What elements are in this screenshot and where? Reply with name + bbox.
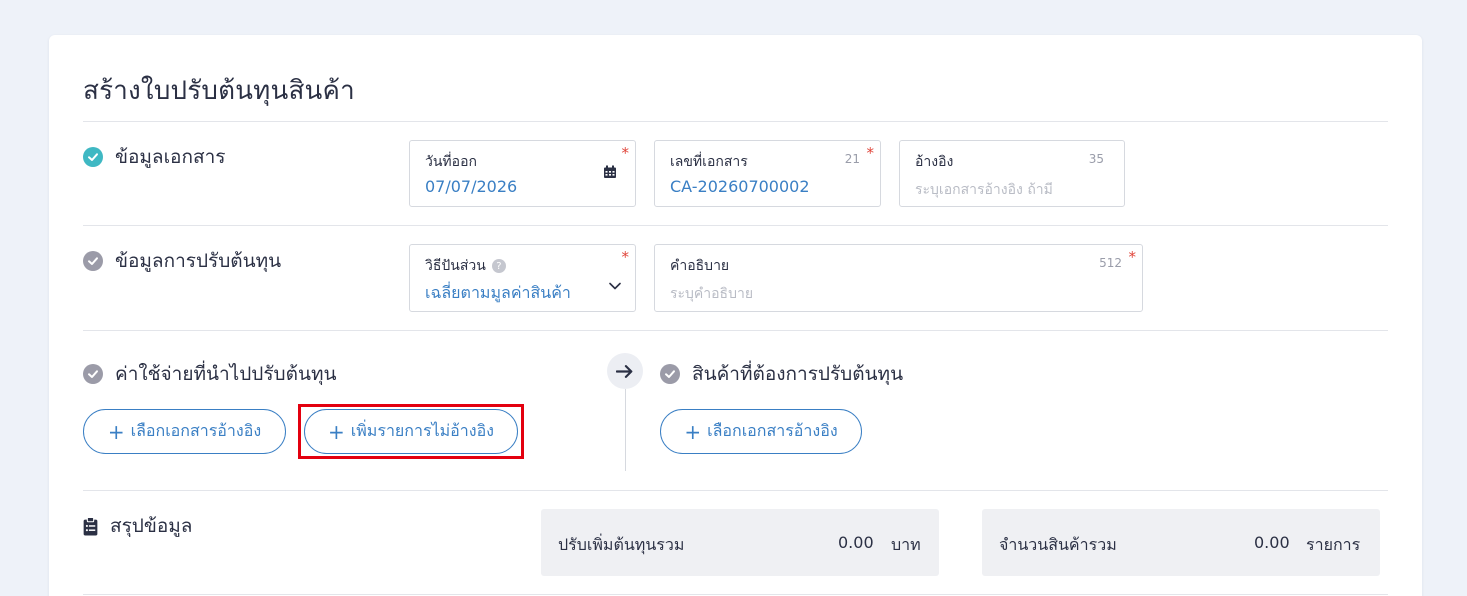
divider: [83, 490, 1388, 491]
section-heading: สรุปข้อมูล: [110, 515, 193, 537]
check-icon: [83, 364, 103, 384]
section-heading: ค่าใช้จ่ายที่นำไปปรับต้นทุน: [115, 363, 337, 385]
field-label: วิธีปันส่วน ?: [425, 255, 506, 277]
help-icon[interactable]: ?: [491, 259, 506, 273]
summary-label: จำนวนสินค้ารวม: [999, 535, 1117, 554]
field-label: วันที่ออก: [425, 154, 477, 170]
plus-icon: +: [107, 419, 125, 444]
section-separator: [625, 389, 626, 471]
description-placeholder[interactable]: ระบุคำอธิบาย: [670, 283, 753, 305]
summary-label: ปรับเพิ่มต้นทุนรวม: [558, 535, 685, 554]
doc-number-value[interactable]: CA-20260700002: [670, 177, 810, 196]
button-label: เลือกเอกสารอ้างอิง: [707, 421, 838, 440]
char-counter: 512: [1099, 256, 1122, 270]
char-counter: 21: [844, 152, 860, 166]
required-mark: *: [866, 144, 875, 162]
summary-value: 0.00: [1254, 533, 1290, 552]
expenses-select-reference-button[interactable]: + เลือกเอกสารอ้างอิง: [83, 409, 286, 454]
section-heading: ข้อมูลการปรับต้นทุน: [115, 250, 282, 272]
section-adjust-info: ข้อมูลการปรับต้นทุน: [83, 246, 281, 276]
reference-field[interactable]: อ้างอิง 35 ระบุเอกสารอ้างอิง ถ้ามี: [899, 140, 1125, 207]
total-cost-summary: ปรับเพิ่มต้นทุนรวม 0.00 บาท: [541, 509, 939, 576]
summary-value: 0.00: [838, 533, 874, 552]
allocation-select[interactable]: วิธีปันส่วน ? * เฉลี่ยตามมูลค่าสินค้า: [409, 244, 636, 312]
field-label: เลขที่เอกสาร: [670, 154, 748, 170]
summary-unit: บาท: [891, 535, 921, 554]
chevron-down-icon[interactable]: [609, 282, 621, 290]
reference-placeholder[interactable]: ระบุเอกสารอ้างอิง ถ้ามี: [915, 179, 1053, 201]
required-mark: *: [621, 248, 630, 266]
section-heading: สินค้าที่ต้องการปรับต้นทุน: [692, 363, 904, 385]
check-icon: [83, 147, 103, 167]
section-doc-info: ข้อมูลเอกสาร: [83, 142, 225, 172]
allocation-value[interactable]: เฉลี่ยตามมูลค่าสินค้า: [425, 281, 571, 306]
issue-date-field[interactable]: วันที่ออก * 07/07/2026: [409, 140, 636, 207]
required-mark: *: [621, 144, 630, 162]
section-summary: สรุปข้อมูล: [83, 511, 192, 541]
arrow-right-icon: [607, 353, 643, 389]
required-mark: *: [1128, 248, 1137, 266]
allocation-label: วิธีปันส่วน: [425, 258, 486, 274]
button-label: เลือกเอกสารอ้างอิง: [130, 421, 262, 440]
doc-number-field[interactable]: เลขที่เอกสาร 21 * CA-20260700002: [654, 140, 881, 207]
divider: [83, 330, 1388, 331]
description-field[interactable]: คำอธิบาย 512 * ระบุคำอธิบาย: [654, 244, 1143, 312]
field-label: คำอธิบาย: [670, 258, 730, 274]
divider: [83, 225, 1388, 226]
section-heading: ข้อมูลเอกสาร: [115, 146, 226, 168]
check-icon: [83, 251, 103, 271]
highlight-box: [298, 404, 524, 459]
section-products: สินค้าที่ต้องการปรับต้นทุน: [660, 359, 903, 389]
plus-icon: +: [684, 419, 702, 444]
calendar-icon[interactable]: [603, 165, 617, 179]
divider: [83, 594, 1388, 595]
total-items-summary: จำนวนสินค้ารวม 0.00 รายการ: [982, 509, 1380, 576]
summary-unit: รายการ: [1306, 535, 1361, 554]
divider: [83, 121, 1388, 122]
check-icon: [660, 364, 680, 384]
products-select-reference-button[interactable]: + เลือกเอกสารอ้างอิง: [660, 409, 862, 454]
page-title: สร้างใบปรับต้นทุนสินค้า: [83, 76, 355, 106]
char-counter: 35: [1088, 152, 1104, 166]
section-expenses: ค่าใช้จ่ายที่นำไปปรับต้นทุน: [83, 359, 336, 389]
issue-date-value[interactable]: 07/07/2026: [425, 177, 517, 196]
clipboard-icon: [83, 516, 98, 535]
field-label: อ้างอิง: [915, 154, 954, 170]
